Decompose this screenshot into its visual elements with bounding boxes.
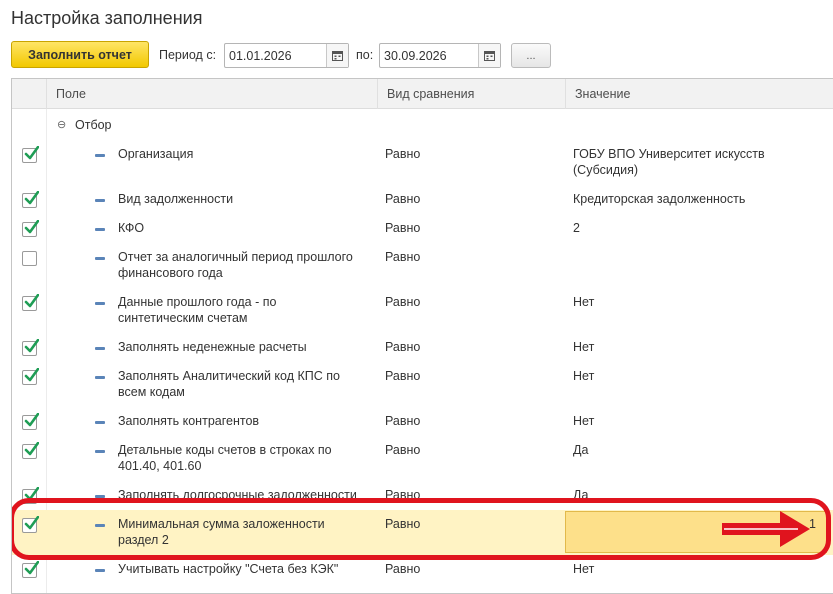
item-marker-icon — [95, 302, 105, 305]
field-name[interactable]: Заполнять долгосрочные задолженности — [118, 487, 373, 503]
period-to-field[interactable]: 30.09.2026 — [379, 43, 501, 68]
comparison-type[interactable]: Равно — [385, 191, 420, 207]
value-text[interactable]: Нет — [573, 339, 823, 355]
calendar-icon[interactable] — [326, 44, 348, 67]
field-name[interactable]: Заполнять неденежные расчеты — [118, 339, 373, 355]
value-text[interactable]: Да — [573, 442, 823, 458]
checkbox-unchecked[interactable] — [22, 251, 37, 266]
field-name[interactable]: Заполнять контрагентов — [118, 413, 373, 429]
field-name[interactable]: Учитывать настройку "Счета без КЭК" — [118, 561, 373, 577]
item-marker-icon — [95, 228, 105, 231]
checkbox-checked[interactable] — [22, 442, 39, 459]
period-from-field[interactable]: 01.01.2026 — [224, 43, 349, 68]
period-from-label: Период с: — [159, 48, 217, 62]
table-row[interactable]: Организация Равно ГОБУ ВПО Университет иск… — [12, 140, 833, 185]
checkbox-checked[interactable] — [22, 339, 39, 356]
item-marker-icon — [95, 199, 105, 202]
group-row-filter[interactable]: ⊖ Отбор — [12, 112, 833, 140]
checkbox-checked[interactable] — [22, 191, 39, 208]
field-name[interactable]: Данные прошлого года - по синтетическим с… — [118, 294, 373, 326]
checkbox-checked[interactable] — [22, 146, 39, 163]
checkbox-checked[interactable] — [22, 487, 39, 504]
table-header: Поле Вид сравнения Значение — [12, 79, 833, 109]
value-text[interactable]: ГОБУ ВПО Университет искусств (Субсидия) — [573, 146, 823, 178]
comparison-type[interactable]: Равно — [385, 294, 420, 310]
item-marker-icon — [95, 495, 105, 498]
field-name[interactable]: Организация — [118, 146, 373, 162]
value-text[interactable]: Нет — [573, 413, 823, 429]
table-row[interactable]: Минимальная сумма заложенности раздел 2 Ра… — [12, 510, 833, 555]
item-marker-icon — [95, 421, 105, 424]
table-row[interactable]: Заполнять неденежные расчеты Равно Нет — [12, 333, 833, 362]
item-marker-icon — [95, 450, 105, 453]
table-row[interactable]: Вид задолженности Равно Кредиторская задол… — [12, 185, 833, 214]
field-name[interactable]: Детальные коды счетов в строках по 401.40… — [118, 442, 373, 474]
period-to-value[interactable]: 30.09.2026 — [380, 49, 478, 63]
checkbox-checked[interactable] — [22, 220, 39, 237]
period-to-label: по: — [356, 48, 374, 62]
comparison-type[interactable]: Равно — [385, 249, 420, 265]
table-row[interactable]: Данные прошлого года - по синтетическим с… — [12, 288, 833, 333]
value-text[interactable] — [573, 249, 823, 265]
field-name[interactable]: КФО — [118, 220, 373, 236]
item-marker-icon — [95, 347, 105, 350]
comparison-type[interactable]: Равно — [385, 516, 420, 532]
table-row[interactable]: Детальные коды счетов в строках по 401.40… — [12, 436, 833, 481]
checkbox-checked[interactable] — [22, 516, 39, 533]
field-name[interactable]: Вид задолженности — [118, 191, 373, 207]
table-row[interactable]: Заполнять Аналитический код КПС по всем к… — [12, 362, 833, 407]
value-text[interactable]: Да — [573, 487, 823, 503]
checkbox-checked[interactable] — [22, 561, 39, 578]
value-text[interactable]: Кредиторская задолженность — [573, 191, 823, 207]
header-checkbox-column[interactable] — [12, 79, 46, 109]
collapse-icon[interactable]: ⊖ — [57, 118, 66, 131]
item-marker-icon — [95, 376, 105, 379]
column-comparison[interactable]: Вид сравнения — [377, 79, 565, 109]
field-name[interactable]: Отчет за аналогичный период прошлого фина… — [118, 249, 373, 281]
item-marker-icon — [95, 569, 105, 572]
field-name[interactable]: Минимальная сумма заложенности раздел 2 — [118, 516, 373, 548]
table-row[interactable]: Учитывать настройку "Счета без КЭК" Равно… — [12, 555, 833, 584]
checkbox-checked[interactable] — [22, 413, 39, 430]
value-text[interactable]: Нет — [573, 294, 823, 310]
group-label: Отбор — [75, 118, 112, 132]
comparison-type[interactable]: Равно — [385, 442, 420, 458]
comparison-type[interactable]: Равно — [385, 413, 420, 429]
comparison-type[interactable]: Равно — [385, 368, 420, 384]
comparison-type[interactable]: Равно — [385, 146, 420, 162]
column-value[interactable]: Значение — [565, 79, 833, 109]
table-row[interactable]: Отчет за аналогичный период прошлого фина… — [12, 243, 833, 288]
settings-table: Поле Вид сравнения Значение ⊖ Отбор Орга… — [11, 78, 833, 594]
comparison-type[interactable]: Равно — [385, 339, 420, 355]
table-row[interactable]: КФО Равно 2 — [12, 214, 833, 243]
item-marker-icon — [95, 257, 105, 260]
value-text[interactable]: Нет — [573, 561, 823, 577]
item-marker-icon — [95, 154, 105, 157]
period-from-value[interactable]: 01.01.2026 — [225, 49, 326, 63]
checkbox-checked[interactable] — [22, 294, 39, 311]
table-row[interactable]: Заполнять контрагентов Равно Нет — [12, 407, 833, 436]
table-row[interactable]: Заполнять долгосрочные задолженности Равн… — [12, 481, 833, 510]
value-text[interactable]: 2 — [573, 220, 823, 236]
fill-report-button[interactable]: Заполнить отчет — [11, 41, 149, 68]
value-text[interactable]: Нет — [573, 368, 823, 384]
page-title: Настройка заполнения — [11, 8, 203, 28]
comparison-type[interactable]: Равно — [385, 561, 420, 577]
more-options-button[interactable]: ... — [511, 43, 551, 68]
calendar-icon[interactable] — [478, 44, 500, 67]
item-marker-icon — [95, 524, 105, 527]
comparison-type[interactable]: Равно — [385, 487, 420, 503]
column-field[interactable]: Поле — [46, 79, 377, 109]
checkbox-checked[interactable] — [22, 368, 39, 385]
field-name[interactable]: Заполнять Аналитический код КПС по всем к… — [118, 368, 373, 400]
annotation-arrow-icon — [722, 511, 810, 547]
comparison-type[interactable]: Равно — [385, 220, 420, 236]
